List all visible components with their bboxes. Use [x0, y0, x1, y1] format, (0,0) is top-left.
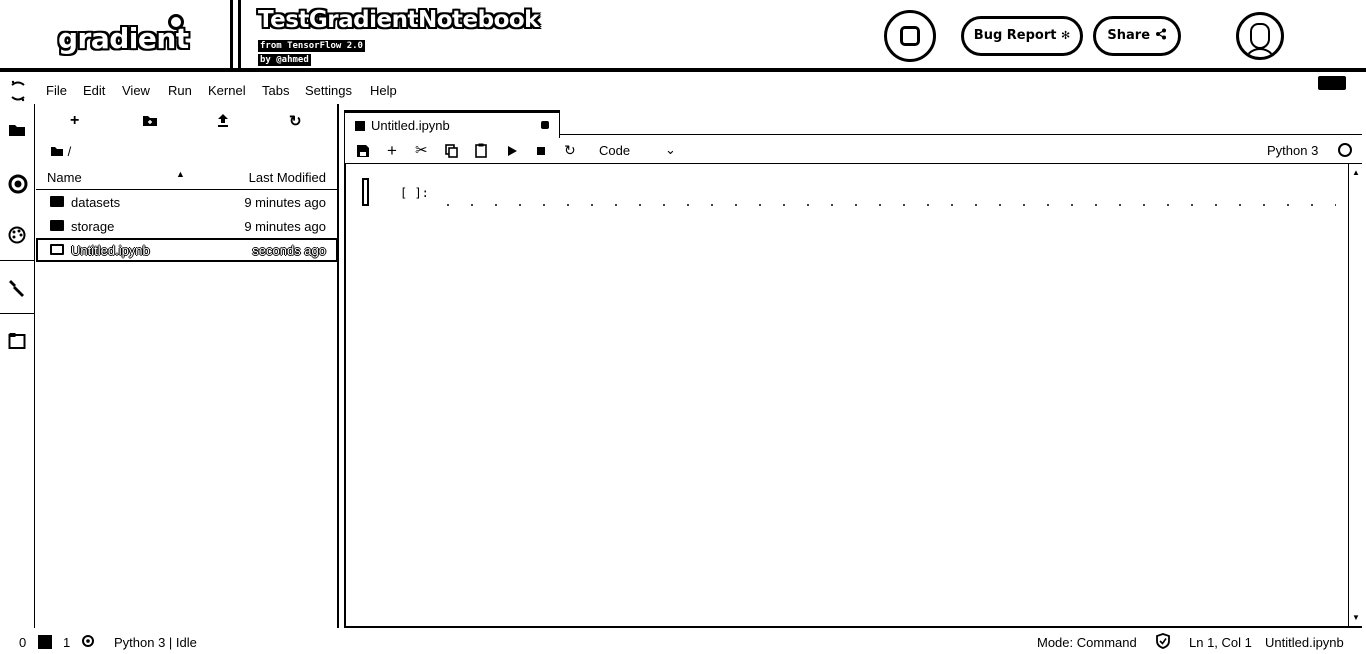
copy-icon[interactable] — [445, 144, 458, 158]
wrench-icon[interactable] — [8, 278, 26, 298]
top-header: gradient TestGradientNotebook from Tenso… — [0, 0, 1366, 72]
jupyter-logo-icon[interactable] — [10, 80, 26, 102]
avatar-body — [1243, 48, 1277, 57]
menu-run[interactable]: Run — [168, 83, 192, 98]
mode-indicator[interactable]: Mode: Command — [1037, 635, 1137, 650]
run-icon[interactable] — [508, 146, 517, 156]
gear-icon[interactable] — [81, 634, 95, 648]
cut-icon[interactable]: ✂ — [415, 141, 428, 159]
header-divider — [230, 0, 233, 70]
terminal-icon[interactable] — [38, 635, 52, 649]
file-browser: + ↻ / Name ▲ Last Modified datasets 9 mi… — [36, 104, 338, 628]
file-name: Untitled.ipynb — [71, 243, 150, 258]
user-avatar[interactable] — [1236, 12, 1284, 60]
status-filename: Untitled.ipynb — [1265, 635, 1344, 650]
folder-icon — [50, 220, 64, 231]
active-tab-bar — [344, 110, 560, 113]
kernel-name[interactable]: Python 3 — [1267, 143, 1318, 158]
notebook-icon — [50, 244, 64, 255]
breadcrumb: / — [50, 144, 71, 159]
tab-strip-line — [560, 134, 1362, 135]
share-button[interactable]: Share — [1093, 16, 1181, 56]
left-activity-bar — [0, 104, 35, 628]
home-folder-icon[interactable] — [50, 146, 64, 157]
scroll-down-icon[interactable]: ▼ — [1352, 613, 1360, 622]
notebook-scrollbar[interactable]: ▲ ▼ — [1348, 164, 1362, 626]
bug-icon: ✻ — [1061, 29, 1071, 42]
menu-settings[interactable]: Settings — [305, 83, 352, 98]
notebook-title: TestGradientNotebook — [258, 7, 539, 33]
logo-dot-icon — [168, 14, 184, 30]
column-name-header[interactable]: Name — [47, 170, 82, 185]
header-divider — [238, 0, 241, 70]
notebook-icon — [355, 121, 365, 131]
file-row[interactable]: storage 9 minutes ago — [36, 214, 338, 238]
file-name: datasets — [71, 195, 121, 210]
folder-icon[interactable] — [8, 122, 26, 138]
cell-type-value: Code — [599, 143, 631, 158]
notebook-toolbar: + ✂ ↻ Code ⌄ Python 3 — [344, 138, 1362, 164]
menu-help[interactable]: Help — [370, 83, 397, 98]
kernel-status[interactable]: Python 3 | Idle — [114, 635, 197, 650]
menu-kernel[interactable]: Kernel — [208, 83, 246, 98]
shield-icon[interactable] — [1156, 633, 1170, 649]
file-row-selected[interactable]: Untitled.ipynb seconds ago — [36, 238, 338, 262]
stop-icon — [900, 26, 920, 46]
insert-cell-icon[interactable]: + — [387, 141, 397, 161]
menu-bar: File Edit View Run Kernel Tabs Settings … — [0, 76, 1366, 104]
collapse-header-button[interactable] — [1318, 76, 1346, 90]
panel-divider[interactable] — [337, 104, 339, 628]
new-launcher-button[interactable]: + — [70, 112, 79, 130]
refresh-icon[interactable]: ↻ — [289, 112, 302, 130]
header-rule — [0, 68, 1366, 72]
menu-tabs[interactable]: Tabs — [262, 83, 289, 98]
running-kernels-icon[interactable] — [8, 174, 28, 194]
cursor-position[interactable]: Ln 1, Col 1 — [1189, 635, 1252, 650]
tabs-icon[interactable] — [8, 332, 26, 350]
notebook-body[interactable]: [ ]: ▲ ▼ — [344, 164, 1362, 628]
breadcrumb-path[interactable]: / — [68, 144, 72, 159]
scroll-up-icon[interactable]: ▲ — [1352, 168, 1360, 177]
chevron-down-icon: ⌄ — [665, 142, 676, 157]
paste-icon[interactable] — [475, 143, 487, 158]
status-bar: 0 1 Python 3 | Idle Mode: Command Ln 1, … — [0, 628, 1366, 654]
code-cell-editor[interactable] — [436, 204, 1336, 206]
restart-icon[interactable]: ↻ — [564, 142, 576, 159]
new-folder-icon[interactable] — [142, 114, 158, 127]
file-modified: seconds ago — [252, 243, 326, 258]
upload-icon[interactable] — [217, 113, 229, 127]
kernel-status-icon — [1338, 143, 1352, 157]
file-name: storage — [71, 219, 115, 234]
share-icon — [1155, 28, 1166, 40]
active-cell-marker — [362, 178, 369, 206]
menu-file[interactable]: File — [46, 83, 67, 98]
author-subtitle: by @ahmed — [258, 54, 311, 66]
palette-icon[interactable] — [8, 226, 26, 244]
stop-notebook-button[interactable] — [884, 10, 936, 62]
file-modified: 9 minutes ago — [244, 195, 326, 210]
bug-report-button[interactable]: Bug Report ✻ — [961, 16, 1083, 56]
avatar-face — [1250, 23, 1270, 49]
menu-edit[interactable]: Edit — [83, 83, 105, 98]
menu-view[interactable]: View — [122, 83, 150, 98]
sort-ascending-icon[interactable]: ▲ — [176, 169, 185, 179]
container-subtitle: from TensorFlow 2.0 — [258, 40, 365, 52]
folder-icon — [50, 196, 64, 207]
notebook-panel: Untitled.ipynb + ✂ ↻ Code ⌄ Python 3 []… — [340, 104, 1362, 628]
share-label: Share — [1107, 28, 1151, 43]
column-modified-header[interactable]: Last Modified — [249, 170, 326, 185]
file-modified: 9 minutes ago — [244, 219, 326, 234]
file-row[interactable]: datasets 9 minutes ago — [36, 190, 338, 214]
cell-prompt: [ ]: — [400, 186, 429, 200]
bug-report-label: Bug Report — [973, 28, 1057, 43]
cell-type-select[interactable]: Code ⌄ — [599, 142, 676, 158]
tab-untitled-ipynb[interactable]: Untitled.ipynb — [344, 110, 560, 138]
status-count-one[interactable]: 1 — [63, 635, 70, 650]
interrupt-icon[interactable] — [537, 147, 545, 155]
save-icon[interactable] — [357, 145, 369, 157]
file-list-header: Name ▲ Last Modified — [36, 166, 338, 190]
status-count-zero[interactable]: 0 — [19, 635, 26, 650]
tab-label: Untitled.ipynb — [371, 118, 450, 133]
close-icon[interactable] — [541, 121, 549, 129]
